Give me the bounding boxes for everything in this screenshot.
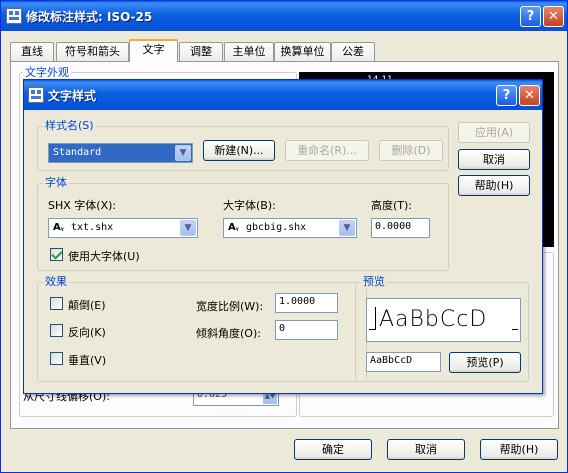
width-factor-input[interactable]: 1.0000	[275, 293, 338, 313]
tab-alternate-units[interactable]: 换算单位	[274, 42, 331, 61]
title-bar[interactable]: 修改标注样式: ISO-25 ? ✕	[1, 1, 567, 31]
shx-font-icon: Aᵧ	[53, 222, 64, 233]
dialog-title-bar[interactable]: 文字样式 ? ✕	[24, 80, 542, 110]
shx-font-value: txt.shx	[71, 222, 114, 233]
preview-text-input[interactable]: AaBbCcD	[366, 352, 441, 372]
delete-style-button[interactable]: 删除(D)	[379, 140, 443, 161]
tab-tolerances[interactable]: 公差	[331, 42, 375, 61]
chevron-down-icon[interactable]: ▼	[175, 145, 191, 161]
chevron-down-icon[interactable]: ▼	[180, 220, 196, 236]
tab-fit[interactable]: 调整	[179, 42, 223, 61]
style-name-value: Standard	[53, 147, 102, 158]
cancel-button[interactable]: 取消	[387, 439, 465, 460]
preview-group-label: 预览	[361, 275, 387, 288]
text-appearance-label: 文字外观	[23, 66, 71, 79]
width-factor-label: 宽度比例(W):	[196, 300, 264, 313]
window-title: 修改标注样式: ISO-25	[26, 10, 153, 24]
height-label: 高度(T):	[371, 199, 413, 212]
dialog-title: 文字样式	[48, 89, 97, 103]
preview-sample-text: AaBbCcD	[379, 307, 488, 332]
effects-group-label: 效果	[43, 275, 69, 288]
preview-button[interactable]: 预览(P)	[449, 352, 521, 373]
big-font-value: gbcbig.shx	[246, 222, 307, 233]
backwards-label: 反向(K)	[68, 326, 106, 339]
big-font-label: 大字体(B):	[223, 199, 276, 212]
dialog-cancel-button[interactable]: 取消	[458, 149, 530, 170]
new-style-button[interactable]: 新建(N)...	[203, 140, 275, 161]
height-input[interactable]: 0.0000	[371, 218, 430, 238]
text-style-dialog: 文字样式 ? ✕ 样式名(S) Standard ▼ 新建(N)... 重命名(…	[23, 79, 543, 394]
dialog-help-icon[interactable]: ?	[496, 85, 517, 106]
vertical-checkbox[interactable]	[50, 352, 63, 365]
use-big-font-label: 使用大字体(U)	[68, 250, 140, 263]
ok-button[interactable]: 确定	[294, 439, 372, 460]
oblique-angle-label: 倾斜角度(O):	[196, 327, 261, 340]
chevron-down-icon[interactable]: ▼	[339, 220, 355, 236]
font-group-label: 字体	[43, 176, 69, 189]
dialog-close-icon[interactable]: ✕	[519, 85, 540, 106]
tab-lines[interactable]: 直线	[10, 42, 54, 61]
tab-symbols-arrows[interactable]: 符号和箭头	[56, 42, 129, 61]
shx-font-combo[interactable]: Aᵧ txt.shx ▼	[48, 218, 198, 238]
big-font-combo[interactable]: Aᵧ gbcbig.shx ▼	[223, 218, 357, 238]
tab-text[interactable]: 文字	[129, 39, 178, 62]
tab-primary-units[interactable]: 主单位	[224, 42, 274, 61]
dialog-help-button[interactable]: 帮助(H)	[458, 175, 530, 196]
big-font-icon: Aᵧ	[228, 222, 239, 233]
vertical-label: 垂直(V)	[68, 354, 107, 367]
style-name-label: 样式名(S)	[43, 119, 96, 132]
backwards-checkbox[interactable]	[50, 324, 63, 337]
use-big-font-checkbox[interactable]	[50, 248, 63, 261]
shx-font-label: SHX 字体(X):	[48, 199, 117, 212]
dialog-app-icon	[28, 87, 44, 103]
help-button[interactable]: 帮助(H)	[480, 439, 558, 460]
close-icon[interactable]: ✕	[543, 6, 564, 27]
upside-down-checkbox[interactable]	[50, 297, 63, 310]
rename-style-button[interactable]: 重命名(R)...	[285, 140, 369, 161]
upside-down-label: 颠倒(E)	[68, 299, 106, 312]
app-icon	[6, 8, 22, 24]
help-icon[interactable]: ?	[520, 6, 541, 27]
style-name-combo[interactable]: Standard ▼	[48, 143, 193, 163]
oblique-angle-input[interactable]: 0	[275, 320, 338, 340]
apply-button[interactable]: 应用(A)	[458, 122, 530, 143]
preview-sample-box: AaBbCcD	[366, 298, 521, 342]
